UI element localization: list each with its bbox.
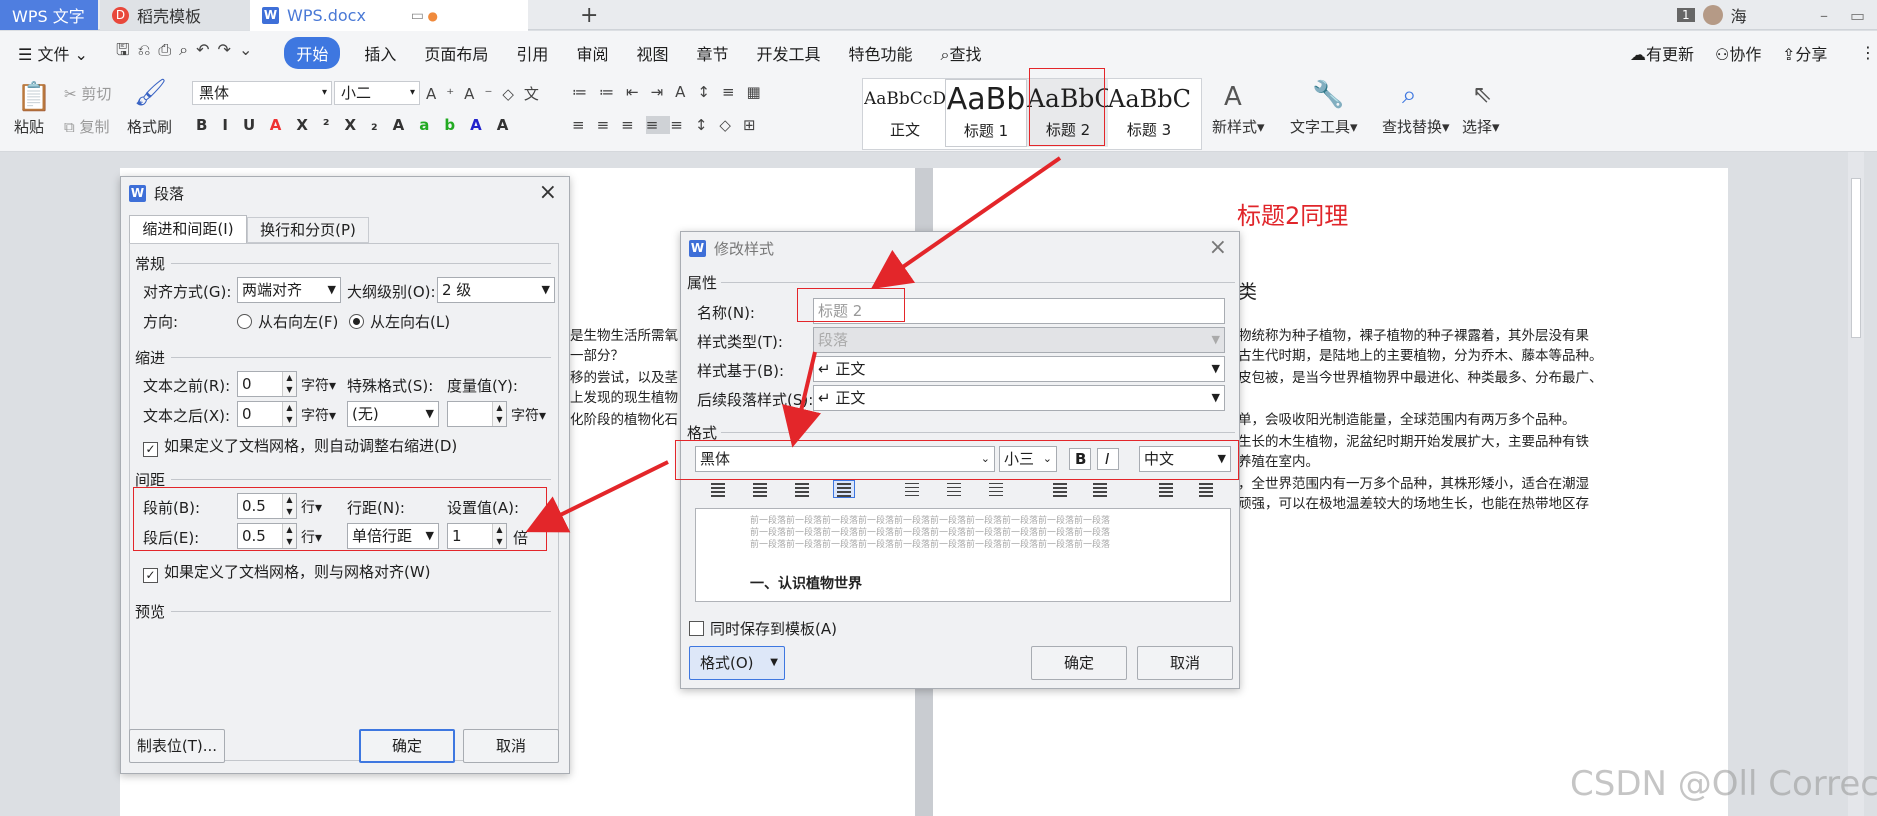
arrow-to-modify-dialog [870,156,1062,290]
annotation-arrows [525,156,1062,533]
arrow-to-format-row [782,351,822,448]
arrow-to-spacing [525,460,669,533]
watermark: CSDN @Oll Correct [1570,764,1877,804]
